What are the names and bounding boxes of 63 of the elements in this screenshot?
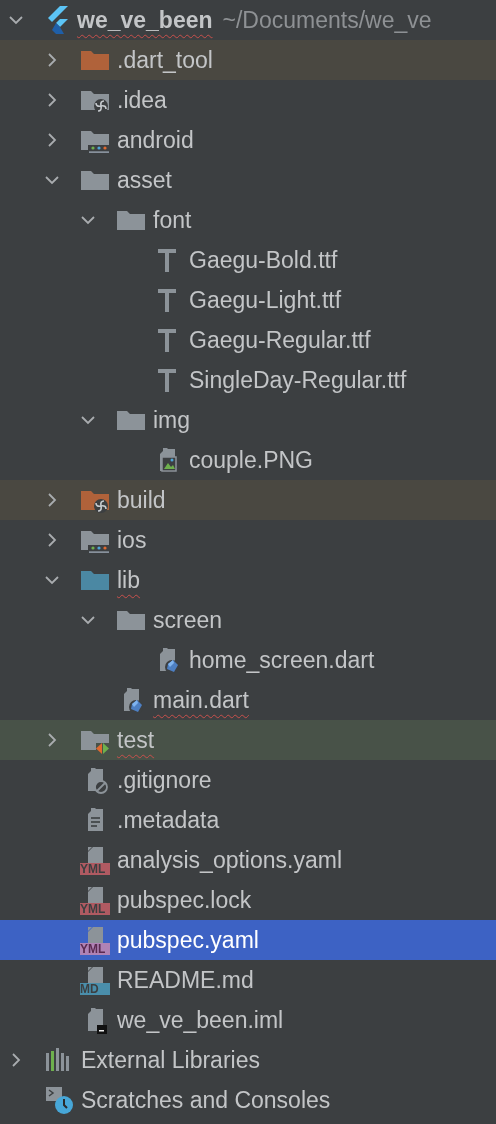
node-name: lib bbox=[117, 565, 140, 595]
flutter-logo-icon bbox=[46, 5, 70, 35]
node-name: we_ve_been.iml bbox=[117, 1005, 284, 1035]
tree-row[interactable]: home_screen.dart bbox=[0, 640, 496, 680]
tree-row[interactable]: MD README.md bbox=[0, 960, 496, 1000]
tree-row[interactable]: YML pubspec.lock bbox=[0, 880, 496, 920]
tree-row[interactable]: asset bbox=[0, 160, 496, 200]
tree-row[interactable]: YML analysis_options.yaml bbox=[0, 840, 496, 880]
node-name: build bbox=[117, 485, 166, 515]
node-name: img bbox=[153, 405, 191, 435]
node-name: .metadata bbox=[117, 805, 220, 835]
tree-row[interactable]: .dart_tool bbox=[0, 40, 496, 80]
tree-row[interactable]: .metadata bbox=[0, 800, 496, 840]
node-name: home_screen.dart bbox=[189, 645, 375, 675]
file-type-badge: YML bbox=[80, 903, 110, 915]
tree-row[interactable]: img bbox=[0, 400, 496, 440]
tree-row[interactable]: Scratches and Consoles bbox=[0, 1080, 496, 1120]
tree-row[interactable]: ios bbox=[0, 520, 496, 560]
scratches-clock-icon bbox=[44, 1085, 74, 1115]
node-name: .dart_tool bbox=[117, 45, 213, 75]
tree-row[interactable]: .gitignore bbox=[0, 760, 496, 800]
tree-row[interactable]: test bbox=[0, 720, 496, 760]
node-name: screen bbox=[153, 605, 223, 635]
node-name: android bbox=[117, 125, 194, 155]
tree-row[interactable]: screen bbox=[0, 600, 496, 640]
tree-row[interactable]: Gaegu-Bold.ttf bbox=[0, 240, 496, 280]
tree-row[interactable]: we_ve_been ~/Documents/we_ve bbox=[0, 0, 496, 40]
node-name: Gaegu-Light.ttf bbox=[189, 285, 342, 315]
node-name: main.dart bbox=[153, 685, 249, 715]
node-name: font bbox=[153, 205, 192, 235]
tree-row[interactable]: we_ve_been.iml bbox=[0, 1000, 496, 1040]
node-name: analysis_options.yaml bbox=[117, 845, 342, 875]
node-name: .gitignore bbox=[117, 765, 212, 795]
tree-row[interactable]: lib bbox=[0, 560, 496, 600]
node-name: README.md bbox=[117, 965, 254, 995]
tree-row[interactable]: External Libraries bbox=[0, 1040, 496, 1080]
node-name: Gaegu-Regular.ttf bbox=[189, 325, 371, 355]
file-type-badge: YML bbox=[80, 943, 110, 955]
node-name: couple.PNG bbox=[189, 445, 313, 475]
node-name: .idea bbox=[117, 85, 167, 115]
file-type-badge: MD bbox=[80, 983, 110, 995]
tree-row[interactable]: font bbox=[0, 200, 496, 240]
tree-row[interactable]: Gaegu-Regular.ttf bbox=[0, 320, 496, 360]
node-name: pubspec.yaml bbox=[117, 925, 259, 955]
node-name: test bbox=[117, 725, 155, 755]
node-name: Gaegu-Bold.ttf bbox=[189, 245, 338, 275]
node-name: Scratches and Consoles bbox=[81, 1085, 331, 1115]
tree-row[interactable]: build bbox=[0, 480, 496, 520]
file-type-badge: YML bbox=[80, 863, 110, 875]
node-name: we_ve_been bbox=[77, 5, 213, 35]
tree-row[interactable]: YML pubspec.yaml bbox=[0, 920, 496, 960]
node-name: External Libraries bbox=[81, 1045, 260, 1075]
tree-row[interactable]: android bbox=[0, 120, 496, 160]
tree-row[interactable]: main.dart bbox=[0, 680, 496, 720]
node-name: ios bbox=[117, 525, 147, 555]
node-name: pubspec.lock bbox=[117, 885, 252, 915]
tree-row[interactable]: SingleDay-Regular.ttf bbox=[0, 360, 496, 400]
node-name: SingleDay-Regular.ttf bbox=[189, 365, 407, 395]
tree-row[interactable]: .idea bbox=[0, 80, 496, 120]
node-name: asset bbox=[117, 165, 172, 195]
tree-row[interactable]: couple.PNG bbox=[0, 440, 496, 480]
tree-row[interactable]: Gaegu-Light.ttf bbox=[0, 280, 496, 320]
project-path: ~/Documents/we_ve bbox=[222, 5, 432, 35]
